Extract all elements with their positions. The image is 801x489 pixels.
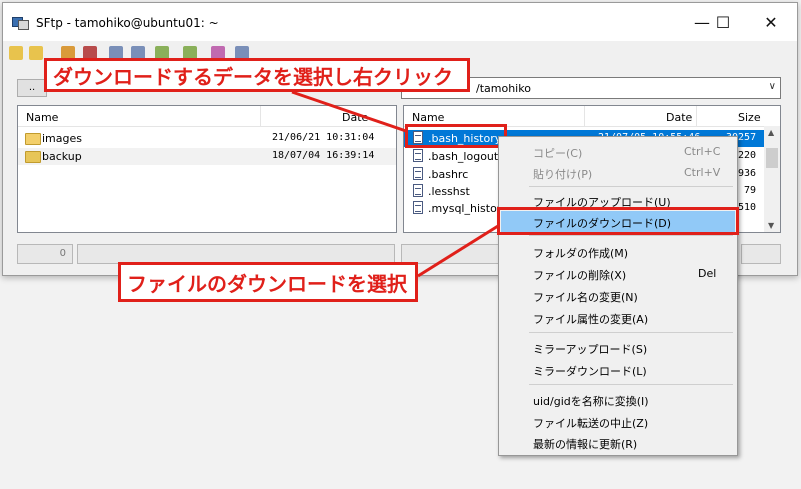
arrow-to-file — [291, 90, 407, 133]
callout-select-download: ファイルのダウンロードを選択 — [118, 262, 418, 302]
arrow-to-download — [417, 224, 499, 278]
callout-select-file: ダウンロードするデータを選択し右クリック — [44, 58, 470, 92]
